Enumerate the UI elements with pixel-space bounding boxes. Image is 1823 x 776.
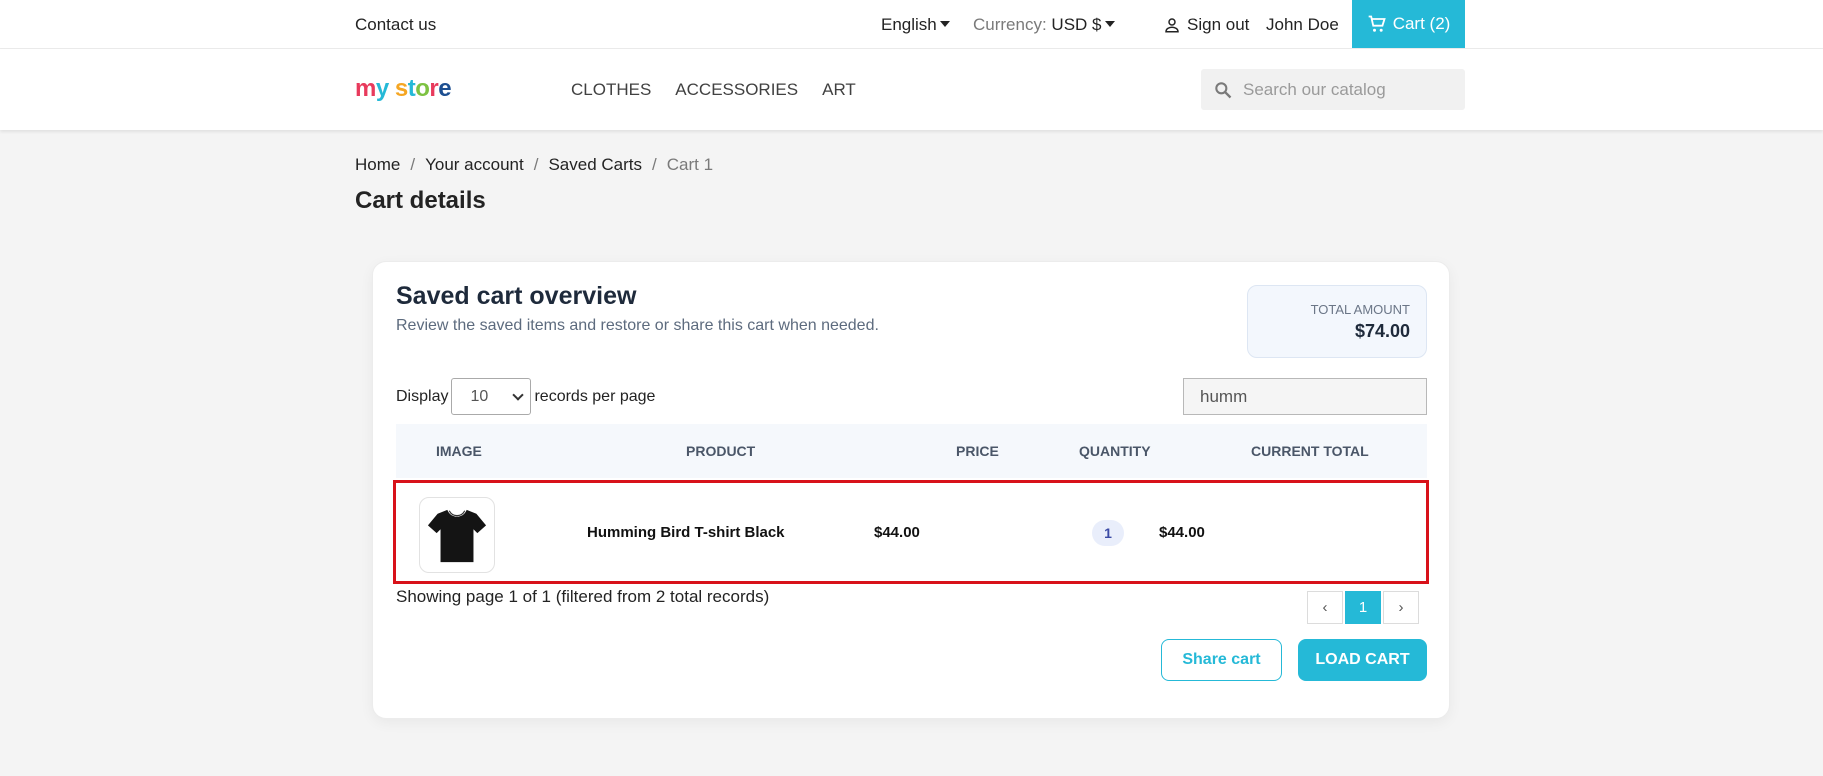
per-page-select[interactable]: 10	[451, 378, 532, 415]
logo-letter: o	[415, 75, 430, 102]
contact-us-link[interactable]: Contact us	[355, 15, 436, 35]
currency-selector[interactable]: Currency: USD $	[973, 15, 1115, 35]
logo-letter: m	[355, 75, 376, 102]
chevron-down-icon	[512, 388, 525, 401]
load-cart-button[interactable]: LOAD CART	[1298, 639, 1427, 681]
breadcrumb-saved-carts[interactable]: Saved Carts	[548, 155, 642, 175]
cart-button[interactable]: Cart (2)	[1352, 0, 1465, 48]
saved-cart-card: Saved cart overview Review the saved ite…	[372, 261, 1450, 719]
breadcrumb-separator: /	[533, 155, 539, 174]
column-header-quantity[interactable]: QUANTITY	[1079, 443, 1151, 459]
product-name[interactable]: Humming Bird T-shirt Black	[587, 524, 785, 541]
search-icon[interactable]	[1213, 80, 1233, 100]
display-label: Display	[396, 387, 449, 405]
product-current-total: $44.00	[1159, 524, 1205, 541]
currency-label: Currency:	[973, 15, 1047, 34]
account-name-link[interactable]: John Doe	[1266, 15, 1339, 35]
search-box	[1201, 69, 1465, 110]
main-nav: CLOTHES ACCESSORIES ART	[571, 80, 856, 100]
page-title: Cart details	[355, 187, 486, 214]
total-amount-box: TOTAL AMOUNT $74.00	[1247, 285, 1427, 358]
next-page-button[interactable]: ›	[1383, 591, 1419, 624]
per-page-value: 10	[470, 387, 489, 405]
search-input[interactable]	[1243, 79, 1453, 100]
share-cart-button[interactable]: Share cart	[1161, 639, 1282, 681]
logo-letter: y	[375, 75, 389, 102]
breadcrumb-home[interactable]: Home	[355, 155, 400, 175]
language-selector[interactable]: English	[881, 15, 950, 35]
quantity-badge: 1	[1092, 520, 1124, 546]
column-header-product[interactable]: PRODUCT	[686, 443, 755, 459]
cart-label: Cart (2)	[1392, 14, 1451, 33]
caret-down-icon	[1104, 21, 1115, 28]
pagination: ‹ 1 ›	[1307, 591, 1419, 624]
main-header: my store CLOTHES ACCESSORIES ART	[0, 49, 1823, 130]
nav-item-art[interactable]: ART	[822, 80, 856, 100]
logo-letter: s	[394, 75, 408, 102]
column-header-current-total[interactable]: CURRENT TOTAL	[1251, 443, 1369, 459]
page-1-button[interactable]: 1	[1345, 591, 1381, 624]
user-icon	[1165, 18, 1179, 33]
product-image[interactable]	[419, 497, 495, 573]
nav-item-accessories[interactable]: ACCESSORIES	[675, 80, 798, 100]
breadcrumb-separator: /	[410, 155, 416, 174]
table-row[interactable]: Humming Bird T-shirt Black $44.00 1 $44.…	[393, 480, 1429, 584]
product-price: $44.00	[874, 524, 920, 541]
pagination-summary: Showing page 1 of 1 (filtered from 2 tot…	[396, 587, 770, 606]
records-per-page-label: records per page	[534, 387, 656, 405]
store-logo[interactable]: my store	[355, 75, 452, 103]
caret-down-icon	[939, 21, 950, 28]
sign-out-link[interactable]: Sign out	[1163, 15, 1249, 35]
records-per-page-control: Display 10 records per page	[396, 378, 655, 415]
table-header: IMAGE PRODUCT PRICE QUANTITY CURRENT TOT…	[396, 424, 1427, 478]
card-subtitle: Review the saved items and restore or sh…	[396, 317, 879, 334]
breadcrumb: Home / Your account / Saved Carts / Cart…	[355, 155, 713, 175]
sign-out-label: Sign out	[1187, 15, 1250, 34]
top-bar: Contact us English Currency: USD $ Sign …	[0, 0, 1823, 49]
column-header-price[interactable]: PRICE	[956, 443, 999, 459]
breadcrumb-separator: /	[652, 155, 657, 174]
logo-letter: e	[438, 75, 452, 102]
breadcrumb-your-account[interactable]: Your account	[425, 155, 524, 175]
tshirt-icon	[427, 509, 487, 563]
column-header-image[interactable]: IMAGE	[436, 443, 482, 459]
logo-letter: t	[407, 75, 416, 102]
breadcrumb-current: Cart 1	[666, 155, 714, 174]
table-filter-input[interactable]	[1183, 378, 1427, 415]
logo-letter: r	[429, 75, 439, 102]
nav-item-clothes[interactable]: CLOTHES	[571, 80, 651, 100]
total-amount-label: TOTAL AMOUNT	[1310, 302, 1410, 317]
shopping-cart-icon	[1368, 15, 1386, 32]
currency-value: USD $	[1051, 15, 1102, 34]
card-title: Saved cart overview	[396, 282, 637, 310]
language-label: English	[881, 15, 937, 34]
total-amount-value: $74.00	[1354, 321, 1410, 341]
previous-page-button[interactable]: ‹	[1307, 591, 1343, 624]
